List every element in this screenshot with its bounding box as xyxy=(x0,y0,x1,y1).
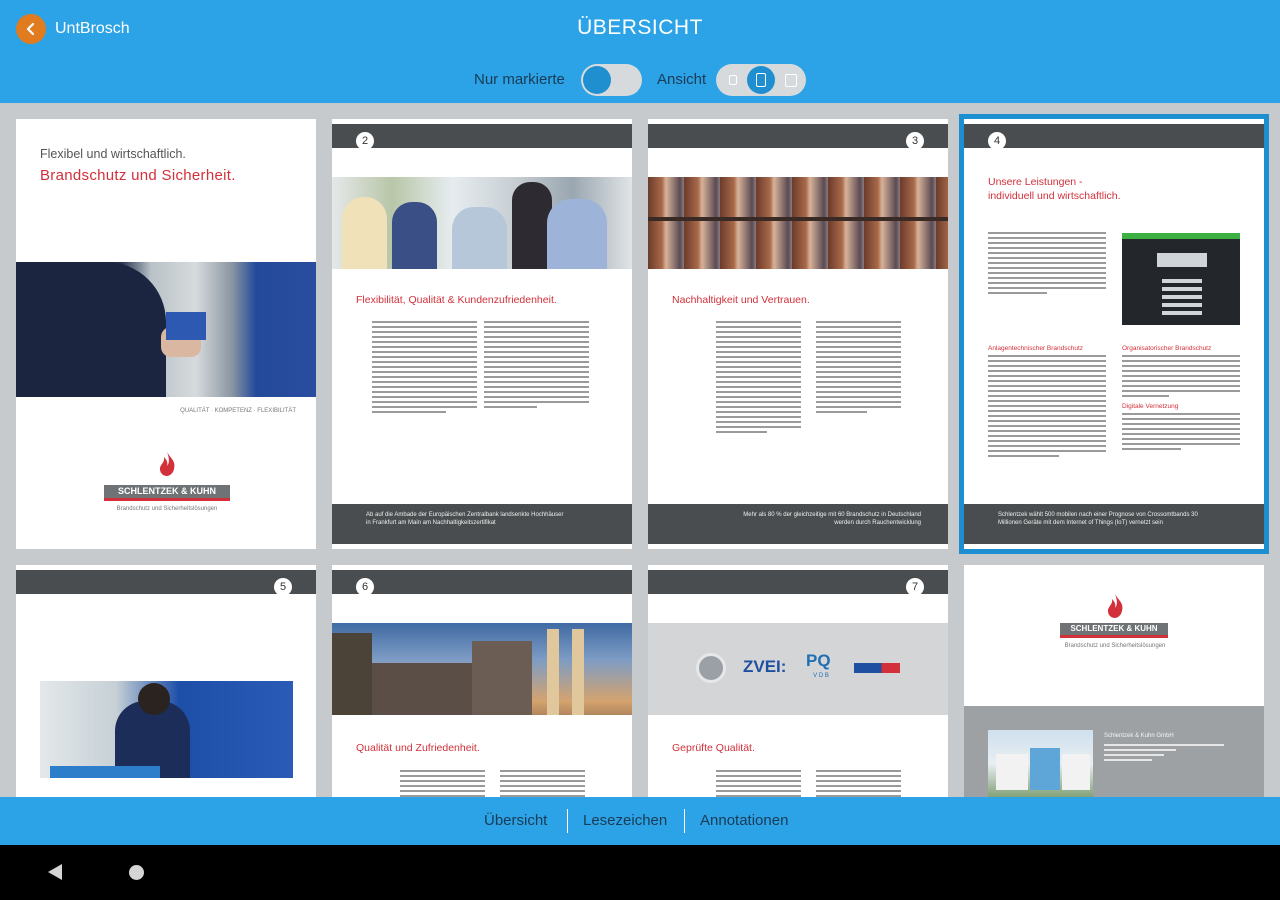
system-back-icon[interactable] xyxy=(48,864,62,880)
view-controls: Nur markierte Ansicht xyxy=(0,63,1280,97)
text-column xyxy=(816,321,901,416)
app-root: UntBrosch ÜBERSICHT Nur markierte Ansich… xyxy=(0,0,1280,900)
page-thumbnail-6[interactable]: 6 Qualität und Zufriedenheit. xyxy=(332,565,632,797)
cover-tagline: QUALITÄT · KOMPETENZ · FLEXIBILITÄT xyxy=(180,408,296,414)
certification-seal-icon xyxy=(696,653,726,683)
partner-logo xyxy=(854,663,900,673)
bottom-tab-bar: Übersicht Lesezeichen Annotationen xyxy=(0,797,1280,845)
system-navigation-bar xyxy=(0,845,1280,900)
view-medium-icon[interactable] xyxy=(747,66,775,94)
page-header-bar xyxy=(648,570,948,594)
only-marked-label: Nur markierte xyxy=(474,71,565,88)
page-footer-text: Ab auf die Ambade der Europäischen Zentr… xyxy=(366,512,564,526)
view-large-icon[interactable] xyxy=(784,73,798,87)
page-number: 4 xyxy=(988,132,1006,150)
text-column xyxy=(400,770,485,797)
zvei-logo: ZVEI: xyxy=(743,657,787,676)
company-logo: SCHLENTZEK & KUHN xyxy=(104,485,230,501)
page-thumbnail-7[interactable]: 7 ZVEI: PQ V D B Geprüfte Qualität. xyxy=(648,565,948,797)
text-column xyxy=(988,232,1106,297)
page-thumbnail-8[interactable]: SCHLENTZEK & KUHN Brandschutz und Sicher… xyxy=(964,565,1264,797)
page-heading: Geprüfte Qualität. xyxy=(672,742,755,754)
top-app-bar: UntBrosch ÜBERSICHT Nur markierte Ansich… xyxy=(0,0,1280,103)
page-heading: Flexibilität, Qualität & Kundenzufrieden… xyxy=(356,294,557,306)
text-column xyxy=(716,770,801,797)
subheading: Organisatorischer Brandschutz xyxy=(1122,345,1212,352)
cover-line-1: Flexibel und wirtschaftlich. xyxy=(40,147,186,161)
contact-band: Schlentzek & Kuhn GmbH xyxy=(964,706,1264,797)
cover-line-2: Brandschutz und Sicherheit. xyxy=(40,167,236,184)
page-header-bar xyxy=(964,124,1264,148)
contact-details xyxy=(1104,744,1224,764)
tab-annotations[interactable]: Annotationen xyxy=(700,812,788,829)
tab-divider xyxy=(567,809,568,833)
page-thumbnail-2[interactable]: 2 Flexibilität, Qualität & Kundenzufried… xyxy=(332,119,632,549)
page-header-bar xyxy=(648,124,948,148)
page-header-bar xyxy=(16,570,316,594)
pq-logo-subtitle: V D B xyxy=(813,673,829,679)
certification-logos-band: ZVEI: PQ V D B xyxy=(648,623,948,715)
control-panel-photo xyxy=(1122,233,1240,325)
page-heading: Nachhaltigkeit und Vertrauen. xyxy=(672,294,810,306)
text-column xyxy=(1122,355,1240,400)
view-small-icon[interactable] xyxy=(726,73,740,87)
building-facade-photo xyxy=(648,177,948,269)
skyline-photo xyxy=(332,623,632,715)
text-column xyxy=(716,321,801,436)
text-column xyxy=(1122,413,1240,453)
page-thumbnail-3[interactable]: 3 Nachhaltigkeit und Vertrauen. Mehr als… xyxy=(648,119,948,549)
page-number: 3 xyxy=(906,132,924,150)
flame-logo-icon xyxy=(1108,594,1123,618)
pq-logo: PQ xyxy=(806,651,831,670)
page-number: 2 xyxy=(356,132,374,150)
page-header-bar xyxy=(332,570,632,594)
system-home-icon[interactable] xyxy=(129,865,144,880)
page-heading: Unsere Leistungen - individuell und wirt… xyxy=(988,176,1121,202)
text-column xyxy=(372,321,477,416)
company-logo: SCHLENTZEK & KUHN xyxy=(1060,623,1168,638)
tab-bookmarks[interactable]: Lesezeichen xyxy=(583,812,667,829)
logo-subtitle: Brandschutz und Sicherheitslösungen xyxy=(1064,643,1166,649)
view-mode-switch[interactable] xyxy=(716,64,806,96)
contact-company: Schlentzek & Kuhn GmbH xyxy=(1104,733,1174,739)
text-column xyxy=(484,321,589,411)
subheading: Digitale Vernetzung xyxy=(1122,403,1179,410)
page-thumbnail-4[interactable]: 4 Unsere Leistungen - individuell und wi… xyxy=(959,114,1269,554)
technician-photo xyxy=(40,681,293,778)
tab-overview[interactable]: Übersicht xyxy=(484,812,547,829)
subheading: Anlagentechnischer Brandschutz xyxy=(988,345,1084,352)
page-number: 7 xyxy=(906,578,924,596)
team-photo xyxy=(332,177,632,269)
page-overview-grid: Flexibel und wirtschaftlich. Brandschutz… xyxy=(0,103,1280,797)
page-number: 5 xyxy=(274,578,292,596)
page-header-bar xyxy=(332,124,632,148)
cover-photo xyxy=(16,262,316,397)
office-building-photo xyxy=(988,730,1093,797)
page-thumbnail-1[interactable]: Flexibel und wirtschaftlich. Brandschutz… xyxy=(16,119,316,549)
toggle-knob xyxy=(583,66,611,94)
text-column xyxy=(988,355,1106,460)
page-footer-text: Schlentzek wählt 500 mobilen nach einer … xyxy=(998,512,1198,526)
only-marked-toggle[interactable] xyxy=(581,64,642,96)
page-thumbnail-5[interactable]: 5 xyxy=(16,565,316,797)
flame-logo-icon xyxy=(160,452,175,476)
logo-subtitle: Brandschutz und Sicherheitslösungen xyxy=(116,506,218,512)
page-footer-text: Mehr als 80 % der gleichzeitige mit 60 B… xyxy=(743,512,921,526)
text-column xyxy=(816,770,901,797)
page-title: ÜBERSICHT xyxy=(577,16,703,39)
text-column xyxy=(500,770,585,797)
tab-divider xyxy=(684,809,685,833)
page-number: 6 xyxy=(356,578,374,596)
page-heading: Qualität und Zufriedenheit. xyxy=(356,742,480,754)
view-label: Ansicht xyxy=(657,71,707,88)
